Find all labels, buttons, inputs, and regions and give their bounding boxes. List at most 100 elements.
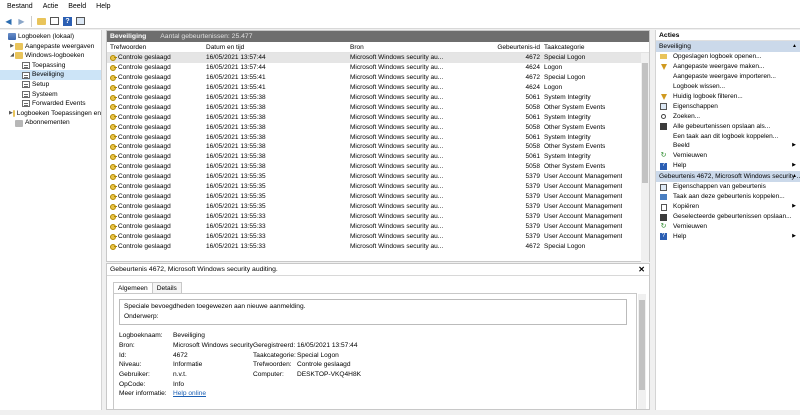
column-header-source[interactable]: Bron <box>350 42 445 53</box>
help-icon[interactable]: ? <box>62 16 73 27</box>
action-label: Eigenschappen <box>673 102 718 110</box>
tree-node[interactable]: Abonnementen <box>0 118 101 128</box>
forward-icon[interactable]: ▶ <box>16 16 27 27</box>
action-item[interactable]: Beeld ▶ <box>656 141 800 151</box>
action-item[interactable]: Geselecteerde gebeurtenissen opslaan... <box>656 212 800 222</box>
table-row[interactable]: Controle geslaagd 16/05/2021 13:55:38 Micr… <box>107 133 649 143</box>
book-icon <box>8 33 16 41</box>
action-item[interactable]: ? Help ▶ <box>656 161 800 171</box>
action-item[interactable]: Eigenschappen <box>656 102 800 112</box>
action-label: Huidig logboek filteren... <box>673 92 743 100</box>
action-item[interactable]: Een taak aan dit logboek koppelen... <box>656 132 800 142</box>
actions-section-event[interactable]: Gebeurtenis 4672, Microsoft Windows secu… <box>656 171 800 183</box>
column-header-datetime[interactable]: Datum en tijd <box>206 42 244 53</box>
table-row[interactable]: Controle geslaagd 16/05/2021 13:55:38 Micr… <box>107 93 649 103</box>
keyword-text: Controle geslaagd <box>118 222 171 230</box>
log-title: Beveiliging <box>110 33 147 40</box>
tree-node[interactable]: Forwarded Events <box>0 99 101 109</box>
event-list-scrollbar[interactable] <box>641 53 649 262</box>
table-row[interactable]: Controle geslaagd 16/05/2021 13:55:35 Micr… <box>107 172 649 182</box>
action-item[interactable]: Zoeken... <box>656 112 800 122</box>
tree-node[interactable]: Toepassing <box>0 61 101 71</box>
menu-beeld[interactable]: Beeld <box>63 0 91 14</box>
table-cell: User Account Management <box>544 173 623 181</box>
tree-node[interactable]: Setup <box>0 80 101 90</box>
table-row[interactable]: Controle geslaagd 16/05/2021 13:55:33 Micr… <box>107 222 649 232</box>
scrollbar-thumb[interactable] <box>639 300 645 390</box>
column-header-event-id[interactable]: Gebeurtenis-id <box>445 42 540 53</box>
action-item[interactable]: Aangepaste weergave maken... <box>656 62 800 72</box>
action-item[interactable]: Logboek wissen... <box>656 82 800 92</box>
table-cell: Controle geslaagd <box>110 142 171 152</box>
table-row[interactable]: Controle geslaagd 16/05/2021 13:55:35 Micr… <box>107 192 649 202</box>
table-row[interactable]: Controle geslaagd 16/05/2021 13:57:44 Micr… <box>107 53 649 63</box>
table-row[interactable]: Controle geslaagd 16/05/2021 13:55:38 Micr… <box>107 162 649 172</box>
detail-scrollbar[interactable] <box>638 294 646 409</box>
table-row[interactable]: Controle geslaagd 16/05/2021 13:55:33 Micr… <box>107 212 649 222</box>
tree-node[interactable]: ▶ Logboeken Toepassingen en <box>0 109 101 119</box>
tab-details[interactable]: Details <box>151 282 182 293</box>
table-row[interactable]: Controle geslaagd 16/05/2021 13:55:41 Micr… <box>107 83 649 93</box>
column-header-keywords[interactable]: Trefwoorden <box>110 42 146 53</box>
table-row[interactable]: Controle geslaagd 16/05/2021 13:55:38 Micr… <box>107 152 649 162</box>
table-row[interactable]: Controle geslaagd 16/05/2021 13:55:38 Micr… <box>107 103 649 113</box>
tree-node[interactable]: ◢ Windows-logboeken <box>0 51 101 61</box>
close-icon[interactable]: ✕ <box>638 265 645 274</box>
help-online-link[interactable]: Help online <box>173 390 206 397</box>
action-label: Alle gebeurtenissen opslaan als... <box>673 122 771 130</box>
back-icon[interactable]: ◀ <box>3 16 14 27</box>
table-cell: Microsoft Windows security au... <box>350 222 444 230</box>
table-row[interactable]: Controle geslaagd 16/05/2021 13:57:44 Micr… <box>107 63 649 73</box>
event-detail-panel: Gebeurtenis 4672, Microsoft Windows secu… <box>106 263 650 410</box>
table-row[interactable]: Controle geslaagd 16/05/2021 13:55:35 Micr… <box>107 202 649 212</box>
action-item[interactable]: Huidig logboek filteren... <box>656 92 800 102</box>
action-item[interactable]: Kopiëren ▶ <box>656 202 800 212</box>
tree-node[interactable]: ▶ Aangepaste weergaven <box>0 42 101 52</box>
action-item[interactable]: Eigenschappen van gebeurtenis <box>656 182 800 192</box>
action-item[interactable]: Alle gebeurtenissen opslaan als... <box>656 122 800 132</box>
menu-bestand[interactable]: Bestand <box>2 0 38 14</box>
tree-node-label: Aangepaste weergaven <box>25 42 95 50</box>
table-row[interactable]: Controle geslaagd 16/05/2021 13:55:35 Micr… <box>107 182 649 192</box>
table-cell: 5379 <box>525 222 540 230</box>
field-value: Controle geslaagd <box>297 361 351 368</box>
action-item[interactable]: ? Help ▶ <box>656 232 800 242</box>
action-item[interactable]: Aangepaste weergave importeren... <box>656 72 800 82</box>
action-item[interactable]: Opgeslagen logboek openen... <box>656 52 800 62</box>
action-item[interactable]: ↻ Vernieuwen <box>656 151 800 161</box>
tree-node[interactable]: Beveiliging <box>0 70 101 80</box>
console-tree-icon[interactable] <box>49 16 60 27</box>
scrollbar-thumb[interactable] <box>642 63 648 183</box>
table-cell: User Account Management <box>544 193 623 201</box>
menu-actie[interactable]: Actie <box>38 0 64 14</box>
action-item[interactable]: Taak aan deze gebeurtenis koppelen... <box>656 192 800 202</box>
table-cell: 4624 <box>525 63 540 71</box>
actions-section-log[interactable]: Beveiliging <box>656 41 800 52</box>
column-header-task-category[interactable]: Taakcategorie <box>544 42 584 53</box>
event-message-box[interactable]: Speciale bevoegdheden toegewezen aan nie… <box>119 299 627 325</box>
table-row[interactable]: Controle geslaagd 16/05/2021 13:55:38 Micr… <box>107 113 649 123</box>
folder-icon <box>15 52 23 60</box>
menu-help[interactable]: Help <box>91 0 115 14</box>
table-cell: 16/05/2021 13:55:38 <box>206 103 266 111</box>
table-row[interactable]: Controle geslaagd 16/05/2021 13:55:38 Micr… <box>107 123 649 133</box>
properties-icon[interactable] <box>75 16 86 27</box>
tab-general[interactable]: Algemeen <box>113 282 153 293</box>
tree-node[interactable]: Systeem <box>0 90 101 100</box>
folder-icon[interactable] <box>36 16 47 27</box>
table-row[interactable]: Controle geslaagd 16/05/2021 13:55:38 Micr… <box>107 142 649 152</box>
table-row[interactable]: Controle geslaagd 16/05/2021 13:55:41 Micr… <box>107 73 649 83</box>
action-item[interactable]: ↻ Vernieuwen <box>656 222 800 232</box>
table-row[interactable]: Controle geslaagd 16/05/2021 13:55:33 Micr… <box>107 242 649 252</box>
table-row[interactable]: Controle geslaagd 16/05/2021 13:55:33 Micr… <box>107 232 649 242</box>
key-icon <box>110 203 117 210</box>
field-value: 16/05/2021 13:57:44 <box>297 342 358 349</box>
submenu-arrow-icon: ▶ <box>792 162 796 169</box>
table-cell: Logon <box>544 83 563 91</box>
table-cell: 16/05/2021 13:55:38 <box>206 133 266 141</box>
tree-node[interactable]: Logboeken (lokaal) <box>0 32 101 42</box>
table-cell: 5061 <box>525 153 540 161</box>
key-icon <box>110 114 117 121</box>
table-cell: User Account Management <box>544 203 623 211</box>
key-icon <box>110 183 117 190</box>
